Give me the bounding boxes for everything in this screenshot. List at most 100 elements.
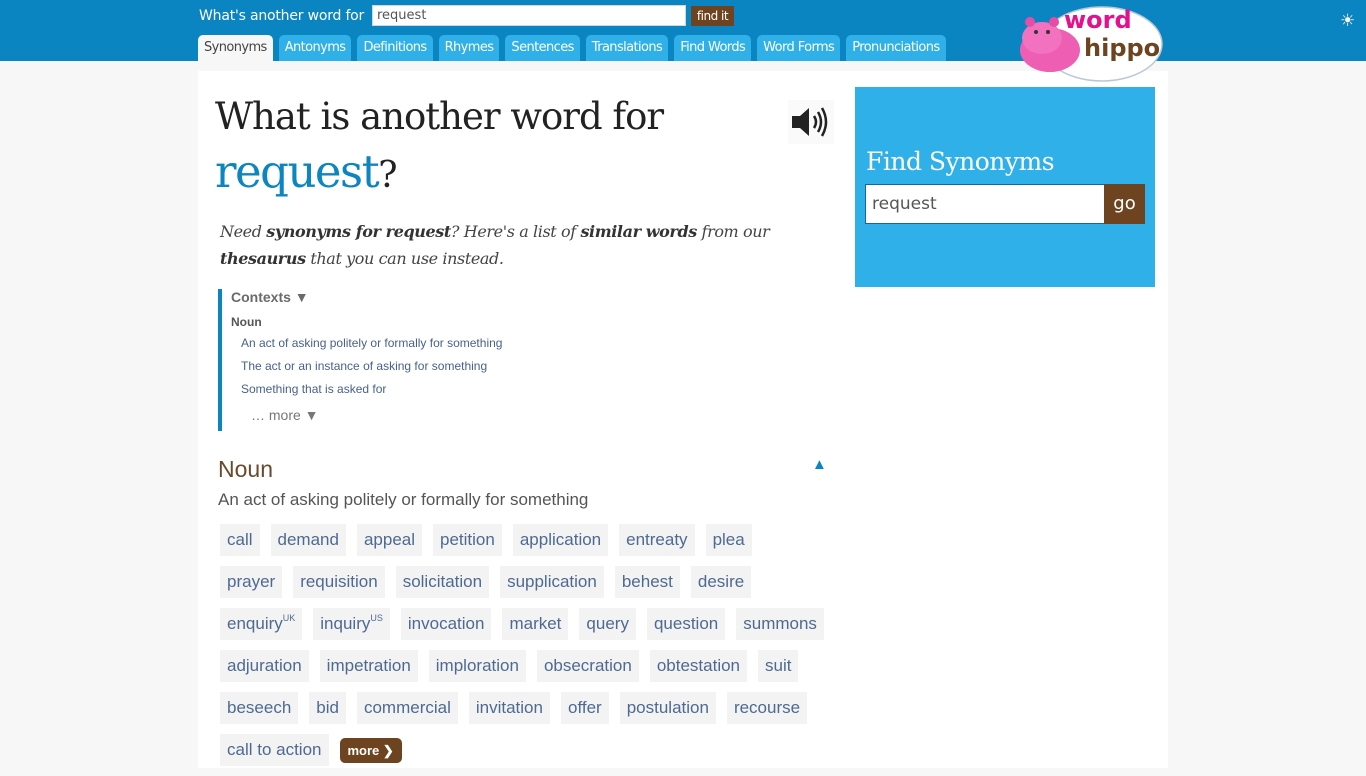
synonym-word: desire [697, 572, 745, 591]
synonym-word: plea [712, 530, 745, 549]
synonym-chip[interactable]: petition [433, 524, 502, 556]
region-label: US [370, 613, 383, 623]
synonym-chip[interactable]: invitation [468, 692, 550, 724]
synonym-chip[interactable]: suit [758, 650, 799, 682]
synonym-word: prayer [227, 572, 276, 591]
synonym-word: appeal [363, 530, 416, 549]
context-pos: Noun [231, 315, 262, 329]
synonym-word: application [519, 530, 602, 549]
header-search-input[interactable] [372, 5, 686, 26]
synonym-chip[interactable]: question [646, 608, 726, 640]
synonym-chip[interactable]: obsecration [536, 650, 639, 682]
tab-antonyms[interactable]: Antonyms [278, 35, 352, 61]
synonym-chip[interactable]: supplication [500, 566, 604, 598]
synonym-chip[interactable]: inquiryUS [313, 608, 390, 640]
synonym-row: call to action more ❯ [220, 734, 840, 766]
hippo-ear-icon [1049, 17, 1059, 27]
synonym-chip[interactable]: solicitation [395, 566, 490, 598]
context-link[interactable]: Something that is asked for [241, 381, 638, 398]
tab-synonyms[interactable]: Synonyms [198, 35, 273, 61]
synonym-chip[interactable]: obtestation [649, 650, 748, 682]
synonym-word: obsecration [543, 656, 632, 675]
synonym-chip[interactable]: market [502, 608, 569, 640]
contexts-more-link[interactable]: … more ▼ [251, 407, 638, 423]
synonym-word: postulation [626, 698, 709, 717]
synonym-word: adjuration [227, 656, 302, 675]
synonym-chip[interactable]: postulation [619, 692, 716, 724]
synonym-chip[interactable]: bid [309, 692, 346, 724]
synonym-chip[interactable]: beseech [220, 692, 299, 724]
synonym-chip[interactable]: requisition [293, 566, 385, 598]
find-it-button[interactable]: find it [691, 6, 734, 26]
synonym-chip[interactable]: summons [736, 608, 824, 640]
synonym-chip[interactable]: application [512, 524, 609, 556]
synonym-word: behest [621, 572, 673, 591]
synonym-chip[interactable]: commercial [356, 692, 458, 724]
synonym-chip[interactable]: imploration [428, 650, 526, 682]
tab-translations[interactable]: Translations [585, 35, 669, 61]
brightness-icon[interactable]: ☀ [1340, 11, 1355, 31]
synonym-chip[interactable]: call [220, 524, 260, 556]
synonym-word: recourse [733, 698, 801, 717]
synonym-chip[interactable]: demand [270, 524, 346, 556]
synonym-chip[interactable]: query [579, 608, 636, 640]
synonym-word: beseech [227, 698, 292, 717]
region-label: UK [282, 613, 296, 623]
go-button[interactable]: go [1104, 184, 1145, 224]
contexts-toggle[interactable]: Contexts ▼ [231, 289, 638, 305]
hippo-head-icon [1022, 22, 1062, 54]
synonym-row: call demand appeal petition application entre… [220, 524, 840, 556]
synonym-chip[interactable]: invocation [400, 608, 492, 640]
synonym-list: call demand appeal petition application entre… [220, 524, 840, 776]
context-link[interactable]: An act of asking politely or formally fo… [241, 335, 638, 352]
synonym-chip[interactable]: adjuration [220, 650, 309, 682]
synonym-word: summons [743, 614, 817, 633]
collapse-icon[interactable]: ▲ [812, 456, 827, 473]
synonym-row: prayer requisition solicitation supplicatio… [220, 566, 840, 598]
synonym-chip[interactable]: behest [614, 566, 680, 598]
synonym-search-input[interactable] [865, 184, 1105, 224]
synonym-word: suit [765, 656, 792, 675]
tab-pronunciations[interactable]: Pronunciations [846, 35, 946, 61]
synonym-chip[interactable]: plea [705, 524, 752, 556]
synonym-chip[interactable]: offer [560, 692, 609, 724]
synonym-word: entreaty [626, 530, 688, 549]
tab-find-words[interactable]: Find Words [674, 35, 752, 61]
synonym-word: market [509, 614, 562, 633]
synonym-word: petition [440, 530, 495, 549]
hippo-eye-icon [1046, 30, 1050, 34]
logo-word-text: word [1064, 6, 1132, 34]
tab-sentences[interactable]: Sentences [505, 35, 580, 61]
title-question-mark: ? [378, 155, 397, 196]
synonym-chip[interactable]: entreaty [619, 524, 695, 556]
intro-part: Need [220, 222, 267, 241]
synonym-chip[interactable]: recourse [726, 692, 808, 724]
headword: request [215, 145, 380, 198]
synonym-word: obtestation [656, 656, 741, 675]
synonym-word: bid [316, 698, 339, 717]
tab-word-forms[interactable]: Word Forms [757, 35, 841, 61]
tab-definitions[interactable]: Definitions [357, 35, 433, 61]
context-link[interactable]: The act or an instance of asking for som… [241, 358, 638, 375]
synonym-chip[interactable]: call to action [220, 734, 329, 766]
synonym-chip[interactable]: enquiryUK [220, 608, 303, 640]
wordhippo-logo[interactable]: word hippo [1014, 2, 1166, 82]
search-label: What's another word for [199, 8, 365, 24]
synonym-chip[interactable]: desire [690, 566, 752, 598]
pronounce-button[interactable] [788, 100, 834, 144]
synonym-row: adjuration impetration imploration obsecrat… [220, 650, 840, 682]
intro-bold: thesaurus [220, 249, 306, 268]
synonym-chip[interactable]: impetration [319, 650, 418, 682]
synonym-word: inquiry [320, 614, 371, 633]
hippo-ear-icon [1025, 17, 1035, 27]
synonym-word: call to action [227, 740, 322, 759]
tab-rhymes[interactable]: Rhymes [438, 35, 500, 61]
contexts-box: Contexts ▼ Noun An act of asking politel… [218, 289, 638, 431]
page-title-word: request? [215, 145, 398, 198]
intro-part: that you can use instead. [305, 249, 504, 268]
synonym-word: commercial [363, 698, 451, 717]
synonym-chip[interactable]: appeal [356, 524, 423, 556]
find-synonyms-widget: Find Synonyms go [855, 87, 1155, 287]
synonym-chip[interactable]: prayer [220, 566, 283, 598]
more-synonyms-button[interactable]: more ❯ [339, 738, 402, 763]
